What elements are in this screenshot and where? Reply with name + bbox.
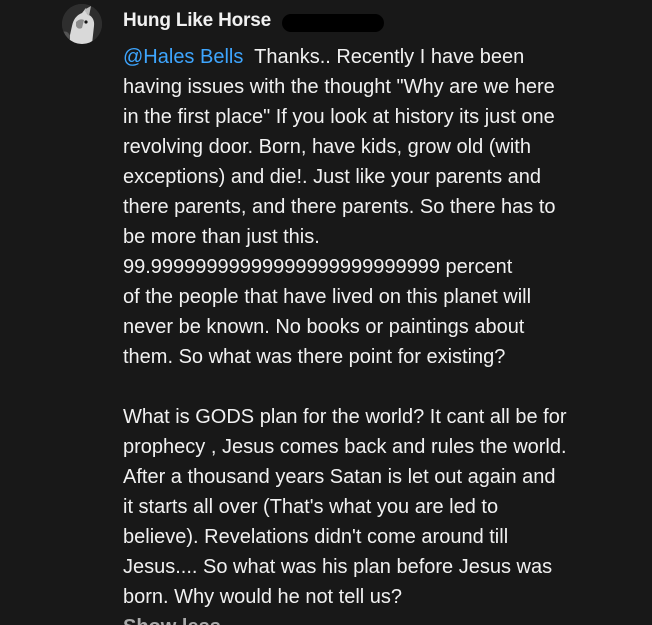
comment-line: never be known. No books or paintings ab… bbox=[123, 316, 525, 338]
redaction-mark bbox=[281, 13, 384, 32]
mention-link[interactable]: @Hales Bells bbox=[123, 46, 243, 68]
comment-line: Jesus.... So what was his plan before Je… bbox=[123, 556, 553, 578]
comment-line: born. Why would he not tell us? bbox=[123, 586, 403, 608]
author-line: Hung Like Horse bbox=[123, 9, 384, 33]
comment-line: revolving door. Born, have kids, grow ol… bbox=[123, 136, 531, 158]
comment-line: exceptions) and die!. Just like your par… bbox=[123, 166, 542, 188]
comment-line: having issues with the thought "Why are … bbox=[123, 76, 555, 98]
show-less-link[interactable]: Show less bbox=[123, 612, 221, 625]
comment-line: them. So what was there point for existi… bbox=[123, 346, 506, 368]
comment-line: of the people that have lived on this pl… bbox=[123, 286, 532, 308]
comment-paragraph-2: What is GODS plan for the world? It cant… bbox=[123, 402, 648, 612]
author-name[interactable]: Hung Like Horse bbox=[123, 10, 271, 32]
avatar[interactable] bbox=[62, 4, 102, 44]
comment-line: After a thousand years Satan is let out … bbox=[123, 466, 556, 488]
comment-line: be more than just this. bbox=[123, 226, 320, 248]
comment-line: it starts all over (That's what you are … bbox=[123, 496, 499, 518]
comment-line: in the first place" If you look at histo… bbox=[123, 106, 555, 128]
comment-thread: Hung Like Horse @Hales Bells Thanks.. Re… bbox=[0, 0, 652, 625]
comment-line: Thanks.. Recently I have been bbox=[254, 46, 525, 68]
comment-line: prophecy , Jesus comes back and rules th… bbox=[123, 436, 567, 458]
comment-line: What is GODS plan for the world? It cant… bbox=[123, 406, 567, 428]
horse-avatar-icon bbox=[62, 4, 102, 44]
comment-paragraph-1: @Hales Bells Thanks.. Recently I have be… bbox=[123, 42, 648, 372]
comment-line: believe). Revelations didn't come around… bbox=[123, 526, 509, 548]
comment-body: @Hales Bells Thanks.. Recently I have be… bbox=[123, 42, 648, 612]
comment-line: 99.99999999999999999999999999 percent bbox=[123, 256, 513, 278]
comment-line: there parents, and there parents. So the… bbox=[123, 196, 556, 218]
